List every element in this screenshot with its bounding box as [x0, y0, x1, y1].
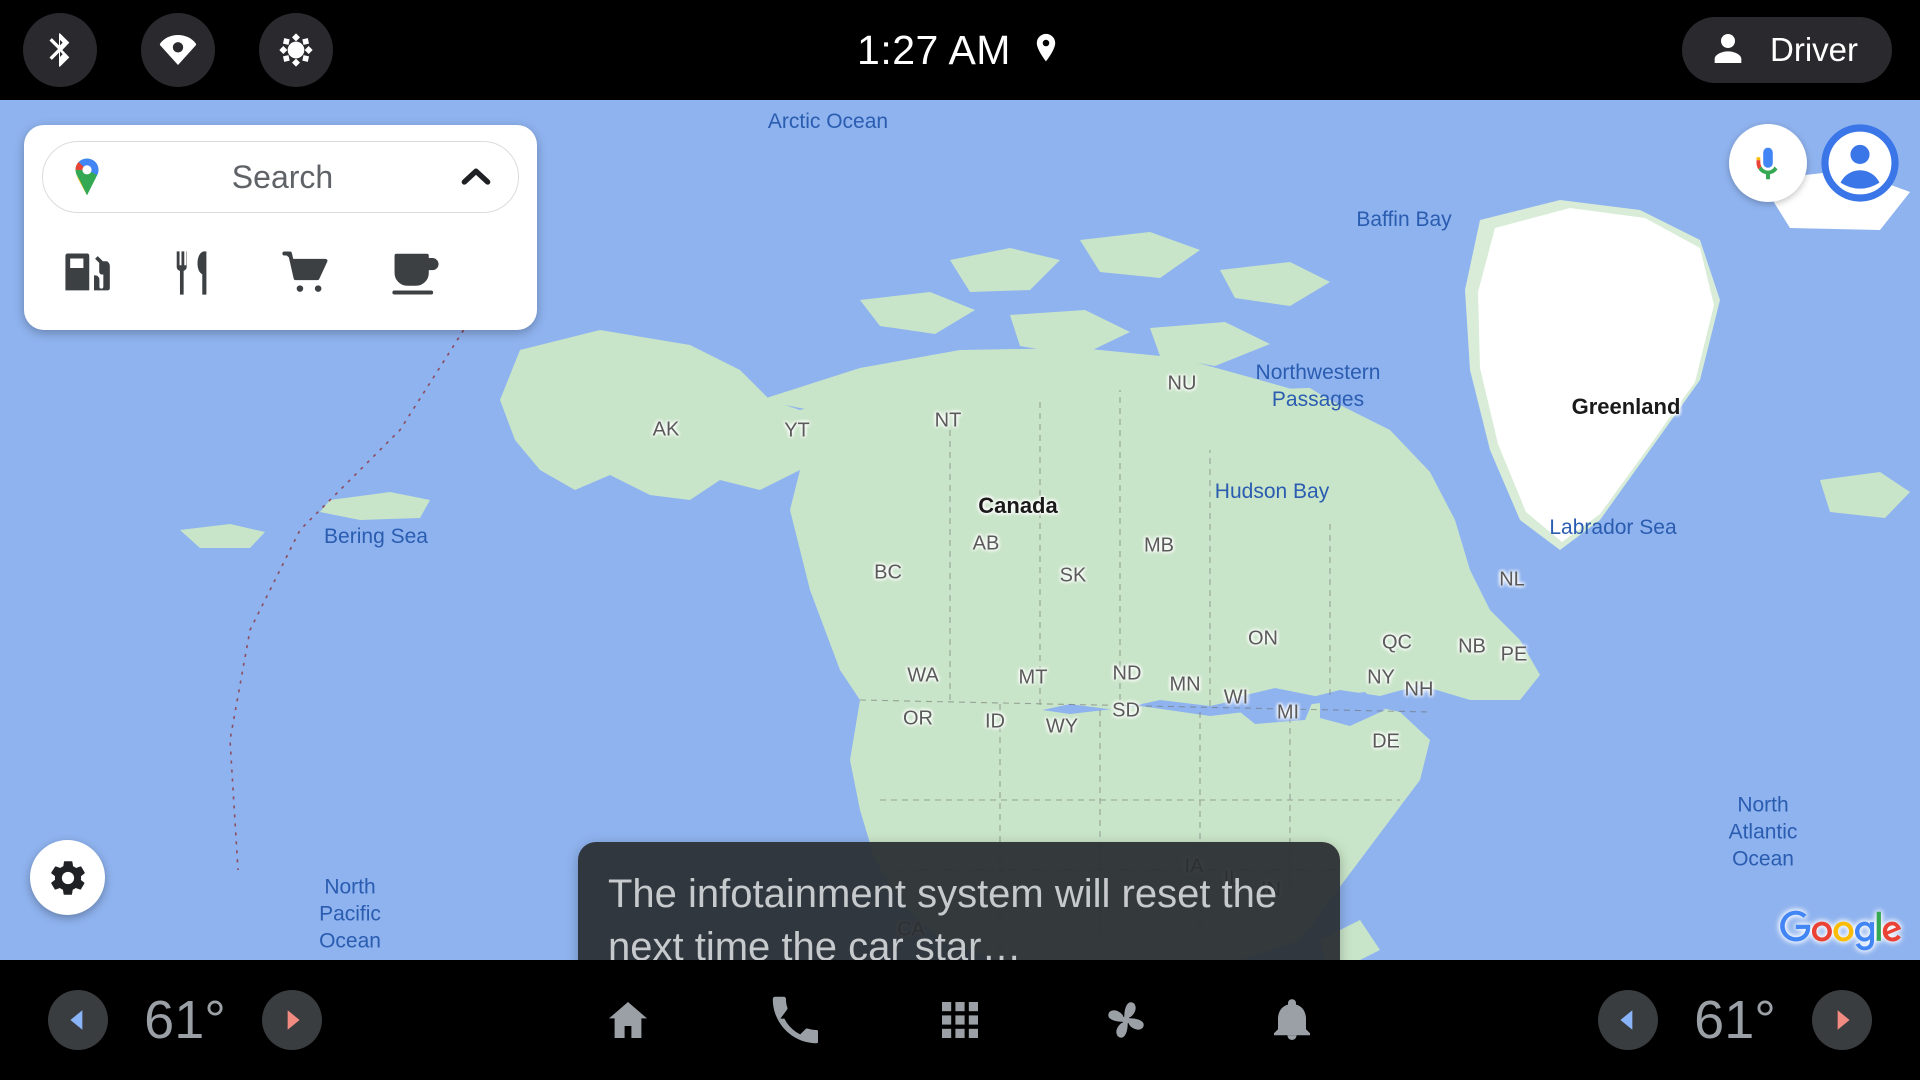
chevron-up-icon[interactable] — [456, 157, 496, 197]
phone-icon[interactable] — [760, 986, 828, 1054]
arrow-right-icon[interactable] — [1812, 990, 1872, 1050]
infotainment-screen: 1:27 AM Driver Arctic Ocean Baffin Bay B… — [0, 0, 1920, 1080]
google-logo-watermark — [1780, 910, 1902, 952]
arrow-left-icon[interactable] — [1598, 990, 1658, 1050]
search-card: Search — [24, 125, 537, 330]
status-bar: 1:27 AM Driver — [0, 0, 1920, 100]
map-view[interactable]: Arctic Ocean Baffin Bay Bering Sea Hudson B… — [0, 100, 1920, 960]
home-icon[interactable] — [594, 986, 662, 1054]
search-placeholder-text: Search — [231, 158, 334, 195]
toast-notification: The infotainment system will reset the n… — [578, 842, 1340, 960]
passenger-temperature-value: 61° — [1694, 990, 1776, 1050]
google-maps-pin-icon — [65, 155, 109, 199]
fan-icon[interactable] — [1092, 986, 1160, 1054]
coffee-cup-icon[interactable] — [390, 247, 500, 299]
driver-profile-button[interactable]: Driver — [1682, 17, 1892, 83]
search-input[interactable]: Search — [42, 141, 519, 213]
apps-grid-icon[interactable] — [926, 986, 994, 1054]
google-assistant-mic-icon[interactable] — [1729, 124, 1807, 202]
category-shortcuts — [60, 233, 500, 313]
location-pin-icon — [1029, 31, 1063, 70]
gear-icon[interactable] — [30, 840, 105, 915]
person-icon — [1708, 28, 1748, 73]
bell-icon[interactable] — [1258, 986, 1326, 1054]
account-avatar-icon[interactable] — [1819, 122, 1901, 204]
shopping-cart-icon[interactable] — [280, 247, 390, 299]
clock-text: 1:27 AM — [857, 26, 1011, 73]
gas-station-icon[interactable] — [60, 247, 170, 299]
bottom-nav-bar: 61° 61° — [0, 960, 1920, 1080]
driver-profile-label: Driver — [1770, 31, 1858, 68]
toast-message: The infotainment system will reset the n… — [608, 872, 1278, 960]
restaurant-icon[interactable] — [170, 247, 280, 299]
passenger-temperature-control: 61° — [1598, 960, 1872, 1080]
clock-group: 1:27 AM — [0, 0, 1920, 100]
